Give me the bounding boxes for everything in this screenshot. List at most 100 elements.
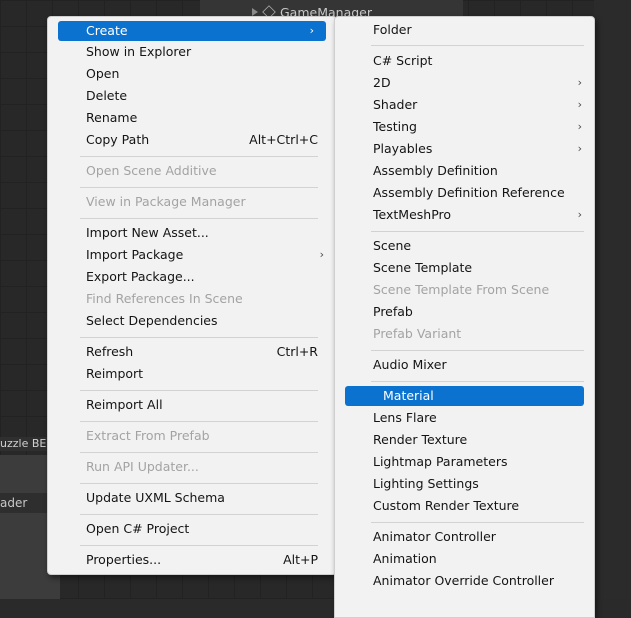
menu-item-label: TextMeshPro: [373, 207, 452, 222]
menu-item-label: Reimport: [86, 366, 144, 381]
menu-item-label: Find References In Scene: [86, 291, 243, 306]
menu-item-label: Open Scene Additive: [86, 163, 217, 178]
menu-item-label: Reimport All: [86, 397, 163, 412]
submenu-item-audio-mixer[interactable]: Audio Mixer: [335, 355, 594, 375]
menu-item-delete[interactable]: Delete: [48, 86, 336, 106]
menu-separator: [371, 381, 584, 382]
menu-item-open-scene-additive: Open Scene Additive: [48, 161, 336, 181]
menu-item-label: Scene Template: [373, 260, 473, 275]
menu-item-label: Lighting Settings: [373, 476, 479, 491]
submenu-item-folder[interactable]: Folder: [335, 20, 594, 40]
menu-item-show-in-explorer[interactable]: Show in Explorer: [48, 42, 336, 62]
submenu-item-assembly-definition-reference[interactable]: Assembly Definition Reference: [335, 183, 594, 203]
shortcut-label: Ctrl+R: [276, 344, 318, 359]
menu-item-label: Audio Mixer: [373, 357, 447, 372]
menu-item-reimport-all[interactable]: Reimport All: [48, 395, 336, 415]
menu-item-label: Extract From Prefab: [86, 428, 210, 443]
menu-item-label: Create: [86, 23, 128, 38]
menu-item-refresh[interactable]: Refresh Ctrl+R: [48, 342, 336, 362]
menu-item-properties[interactable]: Properties... Alt+P: [48, 550, 336, 570]
menu-item-label: Animator Controller: [373, 529, 496, 544]
menu-item-label: Shader: [373, 97, 418, 112]
submenu-item-shader[interactable]: Shader ›: [335, 95, 594, 115]
submenu-item-lighting-settings[interactable]: Lighting Settings: [335, 474, 594, 494]
menu-separator: [80, 337, 318, 338]
menu-separator: [80, 545, 318, 546]
create-submenu: Folder C# Script 2D › Shader › Testing ›…: [334, 16, 595, 618]
editor-right-area: [594, 0, 631, 599]
menu-separator: [80, 452, 318, 453]
menu-item-create[interactable]: Create ›: [58, 21, 326, 41]
menu-item-view-in-package-manager: View in Package Manager: [48, 192, 336, 212]
menu-item-copy-path[interactable]: Copy Path Alt+Ctrl+C: [48, 130, 336, 150]
menu-item-reimport[interactable]: Reimport: [48, 364, 336, 384]
menu-item-label: Prefab Variant: [373, 326, 462, 341]
menu-item-label: Show in Explorer: [86, 44, 192, 59]
menu-item-find-references-in-scene: Find References In Scene: [48, 289, 336, 309]
menu-item-import-package[interactable]: Import Package ›: [48, 245, 336, 265]
menu-item-label: Open C# Project: [86, 521, 190, 536]
submenu-item-testing[interactable]: Testing ›: [335, 117, 594, 137]
submenu-item-assembly-definition[interactable]: Assembly Definition: [335, 161, 594, 181]
menu-item-open-csharp-project[interactable]: Open C# Project: [48, 519, 336, 539]
menu-item-label: Import New Asset...: [86, 225, 209, 240]
submenu-item-render-texture[interactable]: Render Texture: [335, 430, 594, 450]
menu-item-import-new-asset[interactable]: Import New Asset...: [48, 223, 336, 243]
menu-separator: [80, 218, 318, 219]
menu-item-label: Properties...: [86, 552, 162, 567]
shortcut-label: Alt+P: [283, 552, 318, 567]
menu-separator: [80, 421, 318, 422]
submenu-item-material[interactable]: Material: [345, 386, 584, 406]
menu-item-rename[interactable]: Rename: [48, 108, 336, 128]
menu-separator: [80, 187, 318, 188]
menu-item-label: Delete: [86, 88, 128, 103]
chevron-right-icon: ›: [319, 248, 324, 261]
expand-arrow-icon[interactable]: [252, 8, 258, 16]
menu-item-label: 2D: [373, 75, 391, 90]
menu-item-label: Lens Flare: [373, 410, 437, 425]
menu-separator: [80, 390, 318, 391]
submenu-item-prefab-variant: Prefab Variant: [335, 324, 594, 344]
menu-item-label: Prefab: [373, 304, 413, 319]
submenu-item-2d[interactable]: 2D ›: [335, 73, 594, 93]
menu-item-label: Lightmap Parameters: [373, 454, 508, 469]
submenu-item-scene[interactable]: Scene: [335, 236, 594, 256]
menu-item-label: Custom Render Texture: [373, 498, 520, 513]
menu-item-label: Run API Updater...: [86, 459, 199, 474]
submenu-item-scene-template[interactable]: Scene Template: [335, 258, 594, 278]
menu-item-label: Rename: [86, 110, 138, 125]
menu-item-run-api-updater: Run API Updater...: [48, 457, 336, 477]
menu-item-label: Render Texture: [373, 432, 468, 447]
menu-item-select-dependencies[interactable]: Select Dependencies: [48, 311, 336, 331]
chevron-right-icon: ›: [577, 120, 582, 133]
submenu-item-csharp-script[interactable]: C# Script: [335, 51, 594, 71]
submenu-item-animation[interactable]: Animation: [335, 549, 594, 569]
menu-item-export-package[interactable]: Export Package...: [48, 267, 336, 287]
submenu-item-playables[interactable]: Playables ›: [335, 139, 594, 159]
shortcut-label: Alt+Ctrl+C: [249, 132, 318, 147]
menu-item-update-uxml-schema[interactable]: Update UXML Schema: [48, 488, 336, 508]
submenu-item-animator-override-controller[interactable]: Animator Override Controller: [335, 571, 594, 591]
menu-separator: [80, 483, 318, 484]
chevron-right-icon: ›: [577, 142, 582, 155]
chevron-right-icon: ›: [577, 208, 582, 221]
menu-item-label: Open: [86, 66, 120, 81]
chevron-right-icon: ›: [309, 24, 314, 37]
menu-item-label: Select Dependencies: [86, 313, 218, 328]
menu-item-label: Copy Path: [86, 132, 150, 147]
submenu-item-lightmap-parameters[interactable]: Lightmap Parameters: [335, 452, 594, 472]
menu-item-label: Folder: [373, 22, 412, 37]
menu-item-label: Export Package...: [86, 269, 195, 284]
submenu-item-custom-render-texture[interactable]: Custom Render Texture: [335, 496, 594, 516]
menu-item-label: Animator Override Controller: [373, 573, 554, 588]
menu-item-label: Import Package: [86, 247, 184, 262]
menu-item-label: Scene Template From Scene: [373, 282, 550, 297]
submenu-item-animator-controller[interactable]: Animator Controller: [335, 527, 594, 547]
submenu-item-prefab[interactable]: Prefab: [335, 302, 594, 322]
menu-separator: [371, 522, 584, 523]
menu-item-open[interactable]: Open: [48, 64, 336, 84]
submenu-item-textmeshpro[interactable]: TextMeshPro ›: [335, 205, 594, 225]
menu-item-label: Material: [383, 388, 434, 403]
submenu-item-lens-flare[interactable]: Lens Flare: [335, 408, 594, 428]
menu-separator: [80, 156, 318, 157]
